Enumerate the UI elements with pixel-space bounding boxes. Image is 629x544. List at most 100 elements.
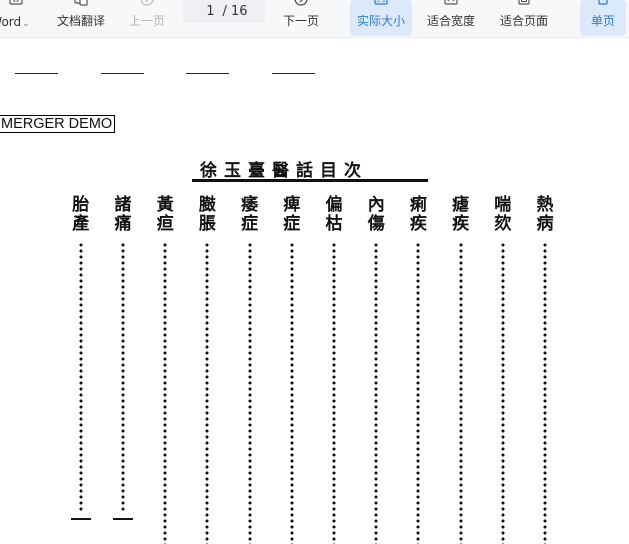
toc-entry-char: 傷	[367, 214, 385, 234]
toc-entry-char: 內	[367, 195, 385, 215]
toc-dot-leader	[332, 242, 336, 544]
toc-entry-char: 疸	[156, 214, 174, 234]
blank-line	[272, 73, 315, 74]
toc-dot-leader	[289, 242, 294, 544]
toc-entry-title: 喘欬	[492, 196, 514, 234]
merger-demo-label: MERGER DEMO	[0, 115, 116, 133]
fit-width-icon	[444, 0, 458, 5]
actual-size-icon: 1:1	[374, 0, 388, 5]
toc-entry-title: 諸痛	[112, 196, 134, 234]
toc-entry-title: 瘧疾	[450, 196, 472, 234]
toc-entry-char: 喘	[494, 195, 512, 215]
toc-end-mark	[113, 518, 133, 520]
toc-entry: 痿症	[239, 196, 261, 544]
toc-entry: 瘧疾	[450, 196, 472, 544]
scan-title-char: 目	[320, 161, 337, 181]
document-page: MERGER DEMO 徐玉臺醫話目次 熱病喘欬瘧疾痢疾內傷偏枯痺症痿症臌脹黃疸…	[0, 38, 629, 544]
toc-dot-leader	[416, 242, 421, 544]
toc-entry-char: 偏	[325, 195, 343, 215]
toc-entry-title: 痿症	[239, 196, 261, 234]
toc-entry-title: 臌脹	[196, 196, 218, 234]
scan-title: 徐玉臺醫話目次	[200, 156, 361, 181]
prev-page-button[interactable]: 上一页	[126, 0, 168, 36]
chevron-right-circle-icon	[294, 0, 308, 6]
toc-entry-char: 胎	[72, 195, 90, 215]
svg-text:1:1: 1:1	[376, 0, 386, 4]
scan-title-char: 臺	[248, 161, 265, 181]
toc-entry-char: 黃	[156, 195, 174, 215]
next-page-label: 下一页	[282, 14, 319, 28]
translate-document-button[interactable]: 文档翻译	[55, 0, 107, 36]
toc-entry-char: 痛	[114, 214, 132, 234]
toc-end-mark	[70, 518, 91, 520]
title-rule	[192, 179, 428, 182]
blank-line	[186, 73, 229, 74]
convert-to-word-button[interactable]: W Word⌄	[0, 0, 36, 36]
toc-entry-title: 胎產	[70, 196, 92, 234]
translate-icon	[74, 0, 88, 6]
fit-width-button[interactable]: 适合宽度	[425, 0, 477, 36]
toc-entry-title: 偏枯	[323, 196, 345, 234]
single-page-label: 单页	[590, 14, 615, 28]
toc-dot-leader	[458, 242, 463, 544]
toc-dot-leader	[500, 242, 505, 544]
toc-dot-leader	[78, 242, 83, 512]
fit-page-button[interactable]: 适合页面	[497, 0, 551, 36]
toc-entry-char: 欬	[494, 214, 512, 234]
word-label: Word	[0, 15, 22, 29]
single-page-icon	[598, 0, 608, 5]
page-total: / 16	[222, 4, 248, 19]
fit-page-label: 适合页面	[499, 14, 548, 28]
chevron-left-circle-icon	[140, 0, 154, 6]
toc-entry-title: 黃疸	[154, 196, 176, 234]
chevron-down-icon: ⌄	[22, 19, 30, 29]
page-indicator: / 16	[183, 0, 265, 23]
actual-size-label: 实际大小	[356, 14, 405, 28]
toc-entry-char: 熱	[536, 195, 554, 215]
toc-entry-title: 內傷	[365, 196, 387, 234]
prev-page-label: 上一页	[128, 14, 165, 28]
toc-entry-char: 症	[283, 214, 301, 234]
toc-entry-char: 病	[536, 214, 554, 234]
toc-entry: 黃疸	[154, 196, 176, 544]
svg-text:W: W	[13, 0, 20, 4]
actual-size-button[interactable]: 1:1 实际大小	[350, 0, 412, 36]
toc-entry-char: 痢	[409, 195, 427, 215]
fit-width-label: 适合宽度	[426, 14, 475, 28]
toc-dot-leader	[163, 242, 168, 544]
toc-entry-char: 脹	[198, 214, 216, 234]
toc-entry-char: 瘧	[452, 195, 470, 215]
toc-entry-char: 疾	[409, 214, 427, 234]
toc-entry: 諸痛	[112, 196, 134, 520]
page-number-input[interactable]	[200, 4, 215, 19]
scan-title-char: 徐	[200, 161, 217, 181]
toc-entry: 臌脹	[196, 196, 218, 544]
toc-entry-char: 痺	[283, 195, 301, 215]
toc-entry: 內傷	[365, 196, 387, 544]
toc-dot-leader	[543, 242, 547, 544]
toc-entry-char: 枯	[325, 214, 343, 234]
toc-entry-char: 疾	[452, 214, 470, 234]
scan-title-char: 醫	[272, 161, 289, 181]
toc-entry-char: 產	[72, 214, 90, 234]
toc-entry-title: 熱病	[534, 196, 556, 234]
translate-label: 文档翻译	[56, 14, 105, 28]
toc-entry-title: 痢疾	[407, 196, 429, 234]
toc-entry-char: 痿	[241, 195, 259, 215]
single-page-button[interactable]: 单页	[580, 0, 626, 36]
toc-dot-leader	[247, 242, 252, 544]
next-page-button[interactable]: 下一页	[281, 0, 321, 36]
toc-entry-char: 諸	[114, 195, 132, 215]
toc-dot-leader	[205, 242, 210, 544]
toc-dot-leader	[374, 242, 379, 544]
blank-line	[15, 73, 58, 74]
toc-dot-leader	[121, 242, 125, 512]
toc-entry-char: 臌	[198, 195, 216, 215]
scan-title-char: 話	[296, 161, 313, 181]
toc-entry: 胎產	[70, 196, 92, 520]
toc-entry: 熱病	[534, 196, 556, 544]
viewer-toolbar: W Word⌄ 文档翻译 上一页 / 16 下一页 1:1	[0, 0, 629, 38]
fit-page-icon	[518, 0, 530, 5]
toc-entry: 喘欬	[492, 196, 514, 544]
toc-entry-char: 症	[241, 214, 259, 234]
